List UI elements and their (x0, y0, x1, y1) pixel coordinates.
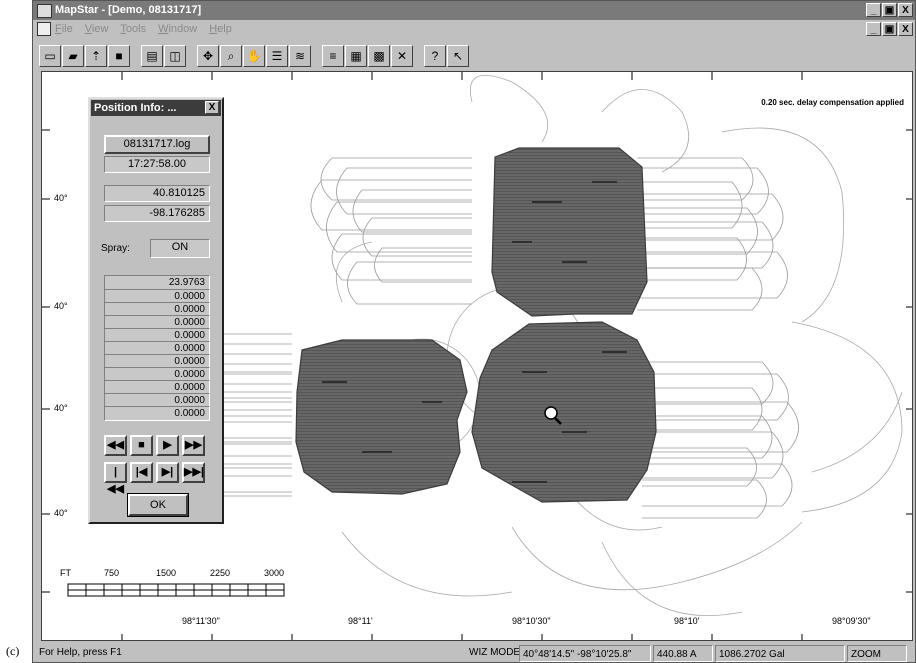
status-mode: WIZ MODE (469, 647, 521, 658)
lon-label: 98°11' (348, 616, 373, 626)
tools-icon[interactable]: ✕ (391, 45, 413, 67)
value-field: 23.9763 (104, 275, 210, 290)
log-icon[interactable]: ▦ (345, 45, 367, 67)
list-icon[interactable]: ≡ (322, 45, 344, 67)
skip-to-start-icon[interactable]: |◀◀ (104, 462, 127, 495)
doc-minimize-button[interactable]: _ (866, 22, 881, 36)
play-icon[interactable]: ▶ (156, 435, 179, 456)
spray-status: ON (150, 239, 210, 258)
new-icon[interactable]: ▭ (39, 45, 61, 67)
menu-tools[interactable]: Tools (120, 23, 146, 35)
grid-icon[interactable]: ☰ (266, 45, 288, 67)
panel-close-button[interactable]: X (205, 101, 219, 114)
menu-window[interactable]: Window (158, 23, 197, 35)
app-icon[interactable] (37, 4, 52, 18)
lat-label: 40° (54, 508, 68, 518)
rewind-icon[interactable]: ◀◀ (104, 435, 127, 456)
ok-button[interactable]: OK (127, 493, 189, 517)
zoom-icon[interactable]: ⌕ (220, 45, 242, 67)
save-icon[interactable]: ■ (108, 45, 130, 67)
menu-help[interactable]: Help (209, 23, 232, 35)
print-preview-icon[interactable]: ◫ (164, 45, 186, 67)
position-info-panel: Position Info: ... X 08131717.log 17:27:… (88, 97, 224, 524)
doc-restore-button[interactable]: ▣ (882, 22, 897, 36)
scale-unit: FT (60, 568, 71, 578)
upload-log-icon[interactable]: ⇡ (85, 45, 107, 67)
help-icon[interactable]: ? (424, 45, 446, 67)
status-coords: 40°48'14.5" -98°10'25.8" (519, 645, 651, 662)
menu-bar: File View Tools Window Help (33, 20, 915, 37)
maximize-button[interactable]: ▣ (882, 3, 897, 17)
sprayed-fields (295, 147, 657, 503)
status-zoom: ZOOM (847, 645, 907, 662)
figure-caption: (c) (6, 644, 20, 658)
layers-icon[interactable]: ≋ (289, 45, 311, 67)
step-forward-icon[interactable]: ▶| (156, 462, 179, 483)
delay-note: 0.20 sec. delay compensation applied (761, 98, 904, 107)
app-window: MapStar - [Demo, 08131717] _ ▣ X File Vi… (32, 0, 916, 663)
pan-icon[interactable]: ✥ (197, 45, 219, 67)
doc-close-button[interactable]: X (898, 22, 913, 36)
open-icon[interactable]: ▰ (62, 45, 84, 67)
hand-icon[interactable]: ✋ (243, 45, 265, 67)
scale-tick-label: 750 (104, 568, 120, 578)
menu-view[interactable]: View (85, 23, 109, 35)
longitude-field: -98.176285 (104, 205, 210, 222)
spray-label: Spray: (101, 243, 130, 254)
close-button[interactable]: X (898, 3, 913, 17)
value-field: 0.0000 (104, 406, 210, 421)
scale-tick-label: 1500 (156, 568, 177, 578)
lon-label: 98°09'30" (832, 616, 871, 626)
sys-icon[interactable]: ▩ (368, 45, 390, 67)
scale-tick-label: 3000 (264, 568, 285, 578)
scale-bar (67, 583, 285, 597)
step-back-icon[interactable]: |◀ (130, 462, 153, 483)
map-canvas[interactable]: 0.20 sec. delay compensation applied 40°… (41, 71, 913, 641)
status-volume: 1086.2702 Gal (715, 645, 845, 662)
stop-icon[interactable]: ■ (130, 435, 153, 456)
lat-label: 40° (54, 301, 68, 311)
position-info-title: Position Info: ... (94, 102, 177, 114)
lat-label: 40° (54, 403, 68, 413)
log-file-button[interactable]: 08131717.log (104, 135, 210, 154)
latitude-field: 40.810125 (104, 185, 210, 202)
status-bar: For Help, press F1 WIZ MODE 40°48'14.5" … (33, 644, 915, 663)
minimize-button[interactable]: _ (866, 3, 881, 17)
skip-to-end-icon[interactable]: ▶▶| (182, 462, 205, 483)
lat-label: 40° (54, 193, 68, 203)
lon-label: 98°10' (674, 616, 700, 626)
position-info-title-bar[interactable]: Position Info: ... X (91, 100, 221, 116)
title-bar: MapStar - [Demo, 08131717] _ ▣ X (33, 1, 915, 20)
fast-forward-icon[interactable]: ▶▶ (182, 435, 205, 456)
lon-label: 98°11'30" (182, 616, 220, 626)
print-icon[interactable]: ▤ (141, 45, 163, 67)
scale-tick-label: 2250 (210, 568, 231, 578)
toolbar: ▭ ▰ ⇡ ■ ▤ ◫ ✥ ⌕ ✋ ☰ ≋ ≡ ▦ ▩ ✕ ? ↖ (39, 43, 469, 69)
context-help-icon[interactable]: ↖ (447, 45, 469, 67)
lon-label: 98°10'30" (512, 616, 551, 626)
status-amps: 440.88 A (653, 645, 713, 662)
time-field: 17:27:58.00 (104, 156, 210, 173)
window-title: MapStar - [Demo, 08131717] (55, 4, 202, 16)
menu-file[interactable]: File (55, 23, 73, 35)
flight-lines-right (642, 361, 799, 519)
status-help: For Help, press F1 (39, 647, 122, 658)
